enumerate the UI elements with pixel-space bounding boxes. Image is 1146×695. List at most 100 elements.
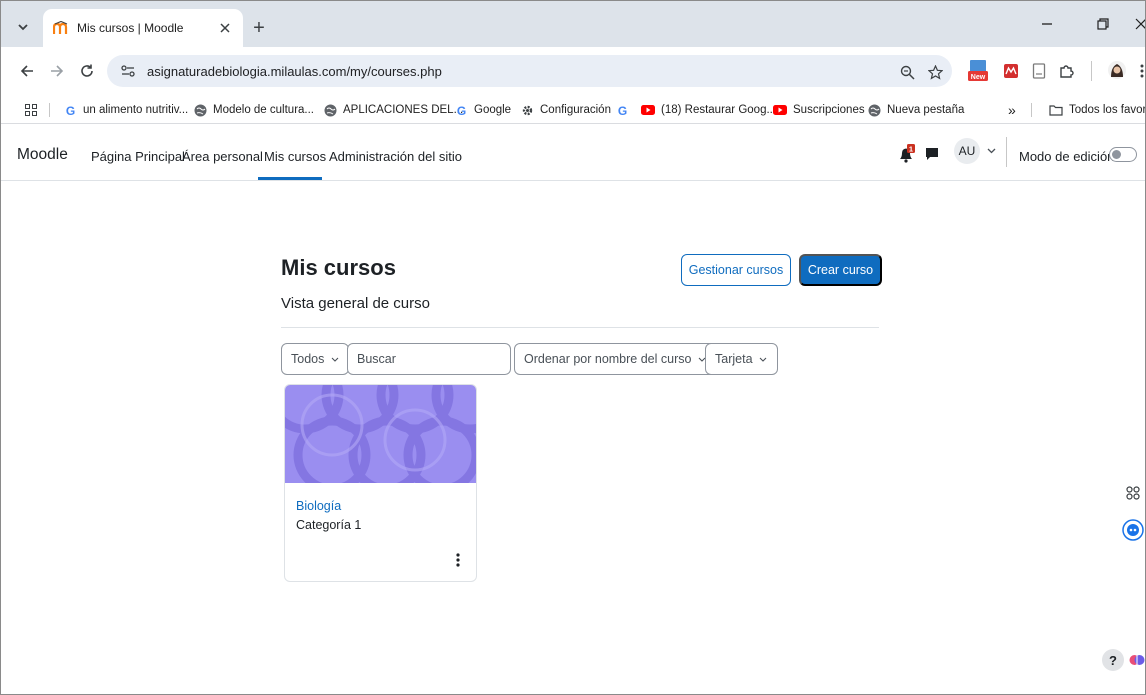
bookmark-label: Todos los favoritos [1069,104,1146,116]
site-info-icon[interactable] [117,60,139,82]
url-text: asignaturadebiologia.milaulas.com/my/cou… [147,63,442,79]
close-window-button[interactable] [1135,13,1145,35]
minimize-icon [1042,23,1052,25]
page-title: Mis cursos [281,255,396,280]
bookmark-label: Configuración [540,104,611,116]
assistant-bot-icon[interactable] [1121,518,1145,542]
manage-courses-button[interactable]: Gestionar cursos [681,254,791,286]
youtube-icon [773,103,787,117]
zoom-icon[interactable] [897,62,917,82]
bookmark-item[interactable]: APLICACIONES DEL... [323,101,463,119]
bookmarks-divider [1031,103,1032,117]
youtube-icon [641,103,655,117]
extensions-puzzle-icon[interactable] [1056,61,1076,81]
svg-text:G: G [456,104,465,117]
browser-tab-active[interactable]: Mis cursos | Moodle [43,9,243,47]
bookmark-item[interactable]: G [615,101,635,119]
red-extension-icon[interactable] [1001,61,1021,81]
bookmark-label: un alimento nutritiv... [83,104,189,116]
address-bar[interactable]: asignaturadebiologia.milaulas.com/my/cou… [107,55,952,87]
bookmark-label: Google [474,104,512,116]
course-category: Categoría 1 [296,518,362,532]
back-button[interactable] [15,59,39,83]
user-avatar[interactable]: AU [954,138,980,164]
moodle-navbar: Moodle Página Principal Área personal Mi… [1,124,1145,181]
bell-icon: 1 [900,144,915,163]
chevron-down-icon [330,355,339,364]
brain-extension-icon[interactable] [1127,648,1145,672]
forward-button[interactable] [45,59,69,83]
google-icon: G [615,103,629,117]
arrow-right-icon [51,65,64,77]
reload-button[interactable] [75,59,99,83]
gear-icon [520,103,534,117]
svg-text:New: New [971,74,986,81]
grouping-value: Todos [291,352,325,366]
bookmark-item[interactable]: Nueva pestaña [867,101,964,119]
folder-icon [1049,103,1063,117]
moodle-favicon-icon [53,20,69,36]
bookmark-label: (18) Restaurar Goog... [661,104,777,116]
nav-pagina-principal[interactable]: Página Principal [91,149,185,164]
browser-window: Mis cursos | Moodle + asignaturadebiolog… [0,0,1146,695]
notifications-button[interactable]: 1 [897,144,917,164]
google-icon: G [63,103,77,117]
globe-icon [323,103,337,117]
bookmark-item[interactable]: Configuración [520,101,611,119]
messages-button[interactable] [922,144,942,164]
nav-administracion-del-sitio[interactable]: Administración del sitio [329,149,462,164]
bookmarks-divider [49,103,50,117]
grouping-dropdown[interactable]: Todos [281,343,350,375]
minimize-window-button[interactable] [1035,13,1059,35]
bookmark-label: Modelo de cultura... [213,104,315,116]
side-tools-icon[interactable] [1121,481,1145,505]
bookmark-item[interactable]: G Google [454,101,511,119]
toolbar-divider [1091,61,1092,81]
bookmark-item[interactable]: (18) Restaurar Goog... [641,101,776,119]
chevron-down-icon [759,355,768,364]
arrow-left-icon [20,65,33,77]
bookmark-item[interactable]: Suscripciones [773,101,865,119]
view-dropdown[interactable]: Tarjeta [705,343,778,375]
apps-grid-icon[interactable] [25,101,37,119]
restore-icon [1097,18,1109,30]
nav-mis-cursos[interactable]: Mis cursos [264,149,326,164]
help-button[interactable]: ? [1102,649,1124,671]
new-tab-button[interactable]: + [249,18,269,38]
restore-window-button[interactable] [1091,13,1115,35]
chevron-down-icon [18,24,28,31]
bookmark-label: Suscripciones [793,104,865,116]
bookmarks-overflow-button[interactable]: » [1008,101,1016,119]
document-extension-icon[interactable] [1029,61,1049,81]
profile-avatar-icon[interactable] [1107,60,1127,80]
create-course-button[interactable]: Crear curso [799,254,882,286]
reload-icon [81,64,93,77]
course-actions-kebab-icon[interactable] [451,551,465,569]
bookmark-star-icon[interactable] [925,62,945,82]
new-extension-icon[interactable]: New [967,59,989,83]
heading-divider [281,327,879,328]
edit-mode-toggle[interactable] [1109,147,1137,162]
course-image[interactable] [285,385,476,494]
all-bookmarks-folder[interactable]: Todos los favoritos [1049,101,1146,119]
chat-bubble-icon [926,148,938,160]
active-nav-indicator [258,177,322,180]
bookmark-label: APLICACIONES DEL... [343,104,464,116]
course-name-link[interactable]: Biología [296,499,341,513]
sort-dropdown[interactable]: Ordenar por nombre del curso [514,343,717,375]
tab-search-button[interactable] [11,15,35,39]
browser-toolbar: asignaturadebiologia.milaulas.com/my/cou… [1,47,1145,95]
bookmark-item[interactable]: G un alimento nutritiv... [63,101,188,119]
bookmark-item[interactable]: Modelo de cultura... [193,101,314,119]
moodle-brand[interactable]: Moodle [17,146,68,164]
browser-menu-icon[interactable] [1137,61,1145,81]
course-overview-heading: Vista general de curso [281,295,430,312]
close-tab-icon[interactable] [217,20,233,36]
user-menu-chevron-icon[interactable] [985,145,997,157]
bookmarks-bar: G un alimento nutritiv... Modelo de cult… [1,95,1145,124]
tab-title: Mis cursos | Moodle [77,21,184,35]
nav-area-personal[interactable]: Área personal [182,149,263,164]
course-search-input[interactable] [347,343,511,375]
navbar-divider [1006,137,1007,167]
svg-text:G: G [617,104,626,117]
